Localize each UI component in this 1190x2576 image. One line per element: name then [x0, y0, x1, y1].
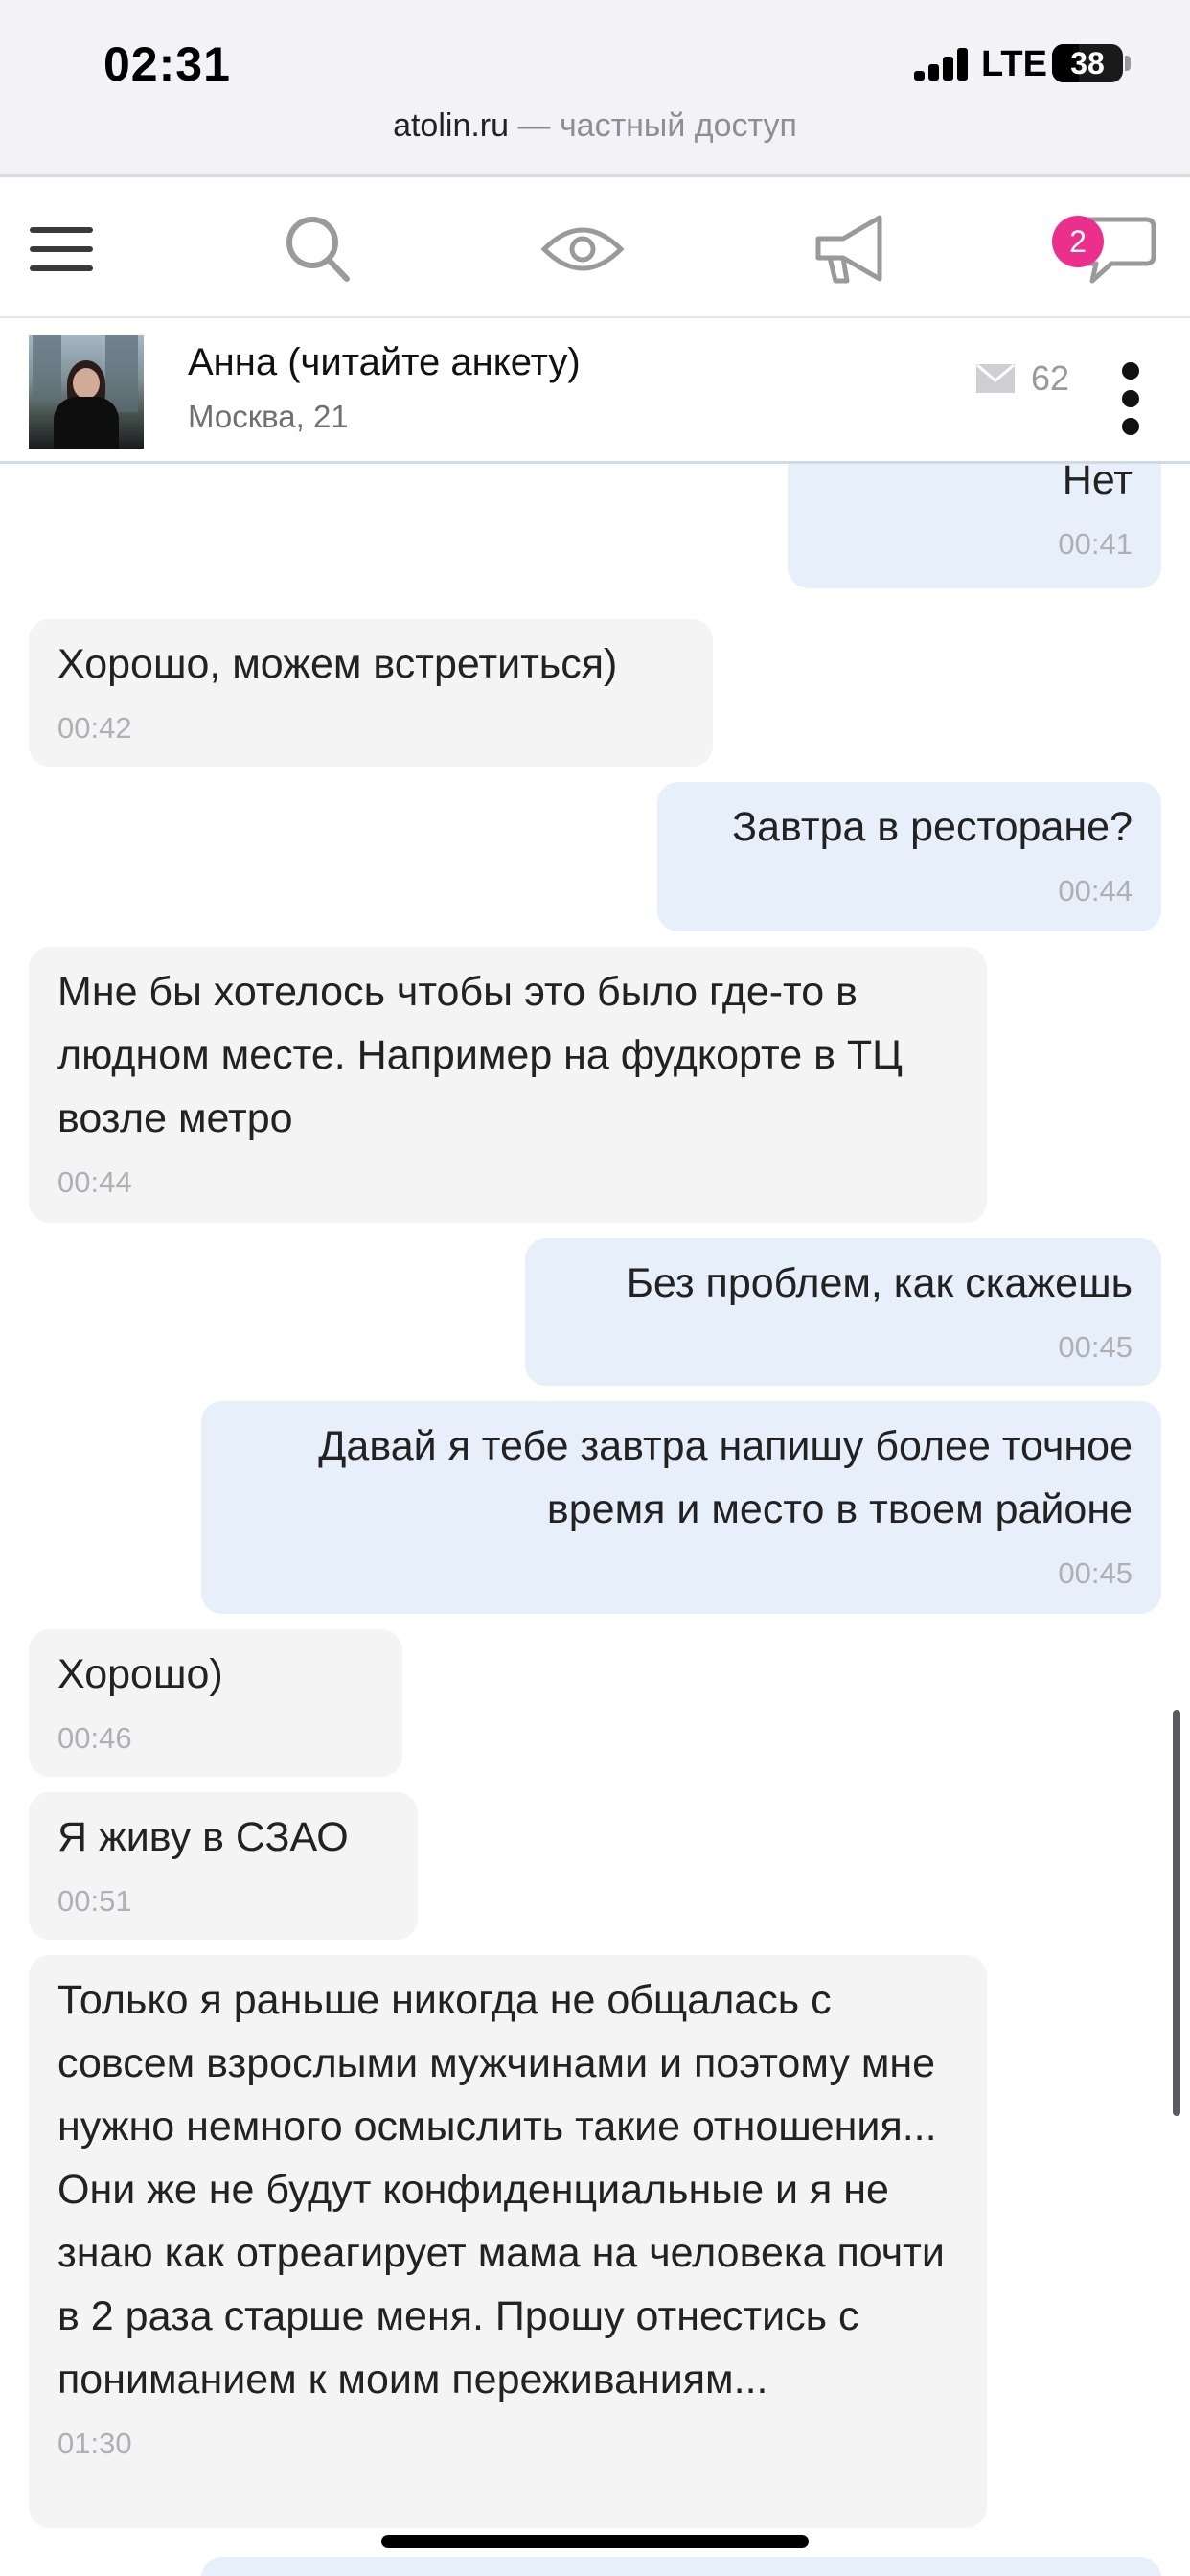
eye-icon[interactable] — [535, 206, 630, 292]
battery-tip — [1125, 56, 1131, 71]
status-time: 02:31 — [103, 37, 231, 91]
message-list[interactable]: Нет 00:41 Хорошо, можем встретиться) 00:… — [0, 464, 1190, 2576]
contact-location: Москва, 21 — [188, 399, 349, 434]
message-text: Нет — [1062, 464, 1133, 503]
url-separator: — — [517, 107, 551, 144]
message-time: 00:45 — [1058, 1556, 1133, 1590]
battery-icon: 38 — [1052, 44, 1123, 82]
message-text: Мне бы хотелось чтобы это было где-то в … — [57, 969, 903, 1141]
message-incoming: Хорошо) 00:46 — [29, 1629, 402, 1777]
message-text: Завтра в ресторане? — [732, 804, 1133, 850]
megaphone-icon[interactable] — [801, 206, 897, 292]
chat-header: Анна (читайте анкету) Москва, 21 62 — [0, 318, 1190, 464]
message-incoming: Хорошо, можем встретиться) 00:42 — [29, 619, 713, 767]
message-outgoing-partial — [201, 2557, 1161, 2576]
battery-level: 38 — [1070, 46, 1105, 80]
message-count: 62 — [1031, 358, 1070, 398]
message-outgoing: Нет 00:41 — [788, 464, 1161, 588]
message-text: Хорошо) — [57, 1651, 223, 1697]
message-text: Только я раньше никогда не общалась с со… — [57, 1977, 945, 2403]
message-incoming: Мне бы хотелось чтобы это было где-то в … — [29, 947, 987, 1223]
message-outgoing: Без проблем, как скажешь 00:45 — [525, 1238, 1161, 1386]
home-indicator[interactable] — [381, 2535, 809, 2548]
network-type: LTE — [981, 44, 1047, 84]
message-incoming: Я живу в СЗАО 00:51 — [29, 1792, 418, 1940]
menu-icon[interactable] — [13, 206, 109, 292]
message-time: 00:41 — [1058, 527, 1133, 561]
envelope-icon — [976, 363, 1015, 393]
url-bar[interactable]: atolin.ru — частный доступ — [0, 107, 1190, 145]
message-time: 00:45 — [1058, 1330, 1133, 1364]
avatar[interactable] — [29, 335, 144, 448]
scrollbar-thumb[interactable] — [1173, 1710, 1180, 2116]
url-access-label: частный доступ — [559, 107, 797, 144]
signal-icon — [914, 48, 970, 80]
message-outgoing: Давай я тебе завтра напишу более точное … — [201, 1401, 1161, 1614]
message-text: Я живу в СЗАО — [57, 1814, 349, 1860]
message-time: 00:51 — [57, 1884, 132, 1918]
message-incoming: Только я раньше никогда не общалась с со… — [29, 1955, 987, 2528]
message-text: Без проблем, как скажешь — [626, 1260, 1133, 1306]
message-time: 00:44 — [57, 1165, 132, 1199]
chat-page: 02:31 LTE 38 atolin.ru — частный доступ — [0, 0, 1190, 2576]
top-nav: 2 — [0, 174, 1190, 318]
url-domain: atolin.ru — [393, 107, 510, 144]
message-time: 00:42 — [57, 711, 132, 745]
more-options-icon[interactable] — [1117, 362, 1146, 435]
message-text: Хорошо, можем встретиться) — [57, 641, 618, 687]
message-outgoing: Завтра в ресторане? 00:44 — [657, 782, 1161, 932]
message-time: 01:30 — [57, 2426, 132, 2460]
message-time: 00:44 — [1058, 874, 1133, 908]
message-time: 00:46 — [57, 1721, 132, 1755]
contact-name[interactable]: Анна (читайте анкету) — [188, 341, 581, 384]
message-text: Давай я тебе завтра напишу более точное … — [318, 1423, 1133, 1532]
chat-badge: 2 — [1052, 216, 1104, 267]
status-bar: 02:31 LTE 38 atolin.ru — частный доступ — [0, 0, 1190, 174]
search-icon[interactable] — [270, 206, 366, 292]
